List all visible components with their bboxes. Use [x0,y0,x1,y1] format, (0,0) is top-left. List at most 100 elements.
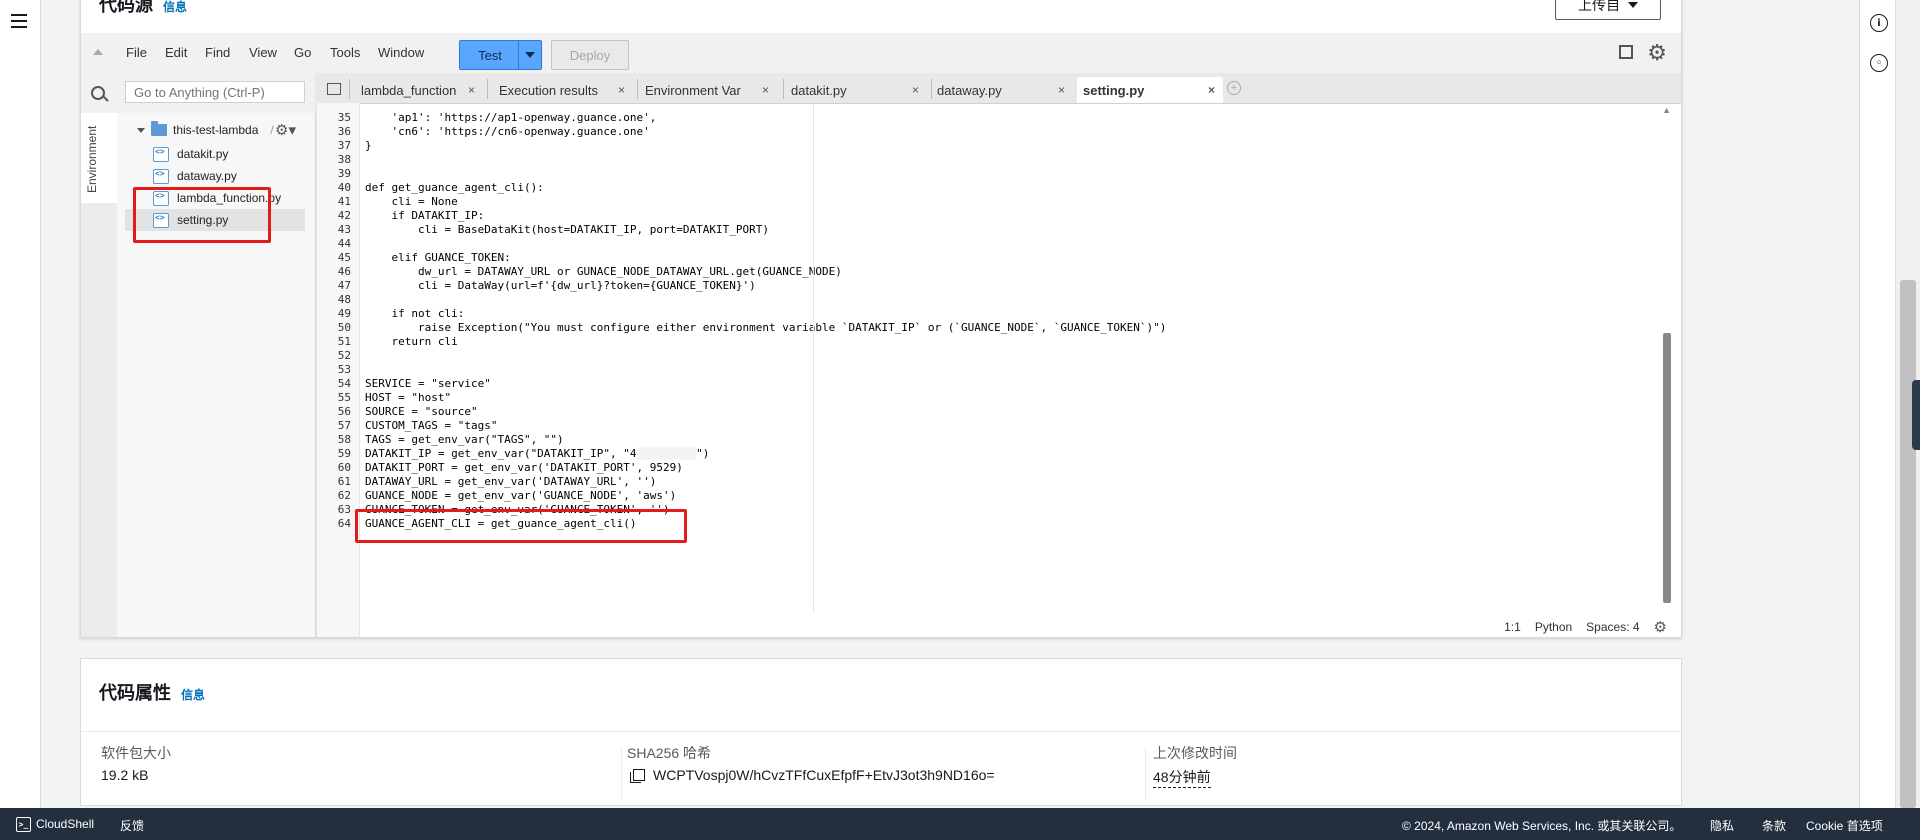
menu-window[interactable]: Window [378,45,424,60]
code-line[interactable]: SERVICE = "service" [365,377,491,391]
menu-file[interactable]: File [126,45,147,60]
code-line[interactable]: elif GUANCE_TOKEN: [365,251,510,265]
code-line[interactable]: DATAKIT_PORT = get_env_var('DATAKIT_PORT… [365,461,683,475]
code-properties-title: 代码属性 信息 [99,679,205,705]
code-source-title: 代码源 信息 [99,0,187,17]
code-properties-info-link[interactable]: 信息 [181,688,205,702]
menu-icon[interactable] [11,14,27,28]
code-source-info-link[interactable]: 信息 [163,0,187,14]
line-number: 64 [337,517,351,530]
code-properties-heading: 代码属性 [99,683,171,703]
page-scrollbar-thumb[interactable] [1900,280,1916,808]
cookie-preferences-link[interactable]: Cookie 首选项 [1806,817,1883,834]
code-line[interactable]: CUSTOM_TAGS = "tags" [365,419,497,433]
code-line[interactable]: } [365,139,372,153]
print-margin-guide [813,103,814,613]
add-tab-icon[interactable]: + [1227,81,1241,95]
close-icon[interactable]: × [1058,83,1065,97]
language-mode[interactable]: Python [1535,620,1572,634]
terms-link[interactable]: 条款 [1762,817,1786,834]
code-line-tail: ") [696,447,710,460]
tab-setting[interactable]: setting.py × [1077,77,1223,103]
line-number: 56 [337,405,351,418]
settings-hex-icon[interactable]: ◦ [1870,54,1888,72]
code-line[interactable]: GUANCE_NODE = get_env_var('GUANCE_NODE',… [365,489,676,503]
indent-setting[interactable]: Spaces: 4 [1586,620,1639,634]
tab-lambda-function[interactable]: lambda_function × [361,77,483,103]
tree-root-folder[interactable]: this-test-lambda / [137,121,274,137]
code-line[interactable]: cli = DataWay(url=f'{dw_url}?token={GUAN… [365,279,756,293]
privacy-link[interactable]: 隐私 [1710,817,1734,834]
sha256-value: WCPTVospj0W/hCvzTFfCuxEfpfF+EtvJ3ot3h9ND… [630,767,995,783]
cursor-position[interactable]: 1:1 [1504,620,1521,634]
editor-scrollbar[interactable]: ▲ [1662,105,1671,603]
root-folder-suffix: / [270,123,274,137]
page-scrollbar[interactable] [1895,0,1920,808]
upload-from-button[interactable]: 上传自 [1555,0,1661,20]
code-line[interactable]: HOST = "host" [365,391,451,405]
code-line[interactable]: 'cn6': 'https://cn6-openway.guance.one' [365,125,649,139]
upload-from-label: 上传自 [1578,0,1620,13]
tab-environment-var[interactable]: Environment Var × [645,77,777,103]
code-line[interactable]: cli = BaseDataKit(host=DATAKIT_IP, port=… [365,223,769,237]
code-line[interactable]: if not cli: [365,307,464,321]
last-modified-text[interactable]: 48分钟前 [1153,767,1211,788]
deploy-button[interactable]: Deploy [551,40,629,70]
file-item-datakit[interactable]: datakit.py [153,143,228,165]
cloudshell-link[interactable]: CloudShell [36,817,94,831]
editor-scrollbar-thumb[interactable] [1663,333,1671,603]
code-line[interactable]: if DATAKIT_IP: [365,209,484,223]
copy-icon[interactable] [630,769,645,783]
info-icon[interactable]: i [1870,14,1888,32]
left-nav-rail [0,0,41,808]
tab-list-icon[interactable] [327,83,341,95]
code-line[interactable]: raise Exception("You must configure eith… [365,321,1166,335]
close-icon[interactable]: × [912,83,919,97]
code-line[interactable]: def get_guance_agent_cli(): [365,181,544,195]
close-icon[interactable]: × [762,83,769,97]
tab-datakit[interactable]: datakit.py × [791,77,927,103]
collapse-menubar-icon[interactable] [93,49,103,55]
code-line[interactable]: DATAKIT_IP = get_env_var("DATAKIT_IP", "… [365,447,709,461]
code-line[interactable]: DATAWAY_URL = get_env_var('DATAWAY_URL',… [365,475,656,489]
environment-strip: Environment [81,113,118,637]
code-line[interactable]: dw_url = DATAWAY_URL or GUNACE_NODE_DATA… [365,265,842,279]
code-line[interactable]: SOURCE = "source" [365,405,478,419]
ide-settings-gear-icon[interactable]: ⚙ [1647,41,1667,66]
editor-settings-gear-icon[interactable]: ⚙ [1654,618,1667,636]
fullscreen-icon[interactable] [1619,45,1633,59]
close-icon[interactable]: × [618,83,625,97]
tree-settings-gear-icon[interactable]: ⚙▾ [275,121,296,139]
test-dropdown-button[interactable] [518,40,542,70]
line-number: 61 [337,475,351,488]
search-icon[interactable] [91,86,105,100]
menu-tools[interactable]: Tools [330,45,360,60]
tab-execution-results[interactable]: Execution results × [499,77,633,103]
menu-view[interactable]: View [249,45,277,60]
file-item-dataway[interactable]: dataway.py [153,165,237,187]
line-number: 44 [337,237,351,250]
editor-tabbar: lambda_function × Execution results × Envi… [317,73,1681,104]
close-icon[interactable]: × [1208,83,1215,97]
code-line[interactable]: TAGS = get_env_var("TAGS", "") [365,433,564,447]
python-file-icon [153,146,169,162]
line-number: 40 [337,181,351,194]
code-line[interactable]: 'ap1': 'https://ap1-openway.guance.one', [365,111,656,125]
tab-label: lambda_function [361,82,457,98]
close-icon[interactable]: × [468,83,475,97]
code-line[interactable]: return cli [365,335,457,349]
code-line[interactable]: cli = None [365,195,457,209]
menu-edit[interactable]: Edit [165,45,187,60]
environment-tab[interactable]: Environment [81,113,117,203]
console-footer: >_ CloudShell 反馈 © 2024, Amazon Web Serv… [0,808,1920,840]
feedback-link[interactable]: 反馈 [120,817,144,834]
menu-go[interactable]: Go [294,45,311,60]
goto-anything-input[interactable] [125,81,305,103]
tab-dataway[interactable]: dataway.py × [937,77,1073,103]
test-button[interactable]: Test [459,40,521,70]
environment-tab-label: Environment [85,125,99,193]
cloudshell-icon[interactable]: >_ [16,817,31,832]
side-panel-peek[interactable] [1912,380,1920,450]
menu-find[interactable]: Find [205,45,230,60]
line-number-gutter: 35 36 37 38 39 40 41 42 43 44 45 46 47 48 49 50 51 52 53 54… [317,103,360,637]
